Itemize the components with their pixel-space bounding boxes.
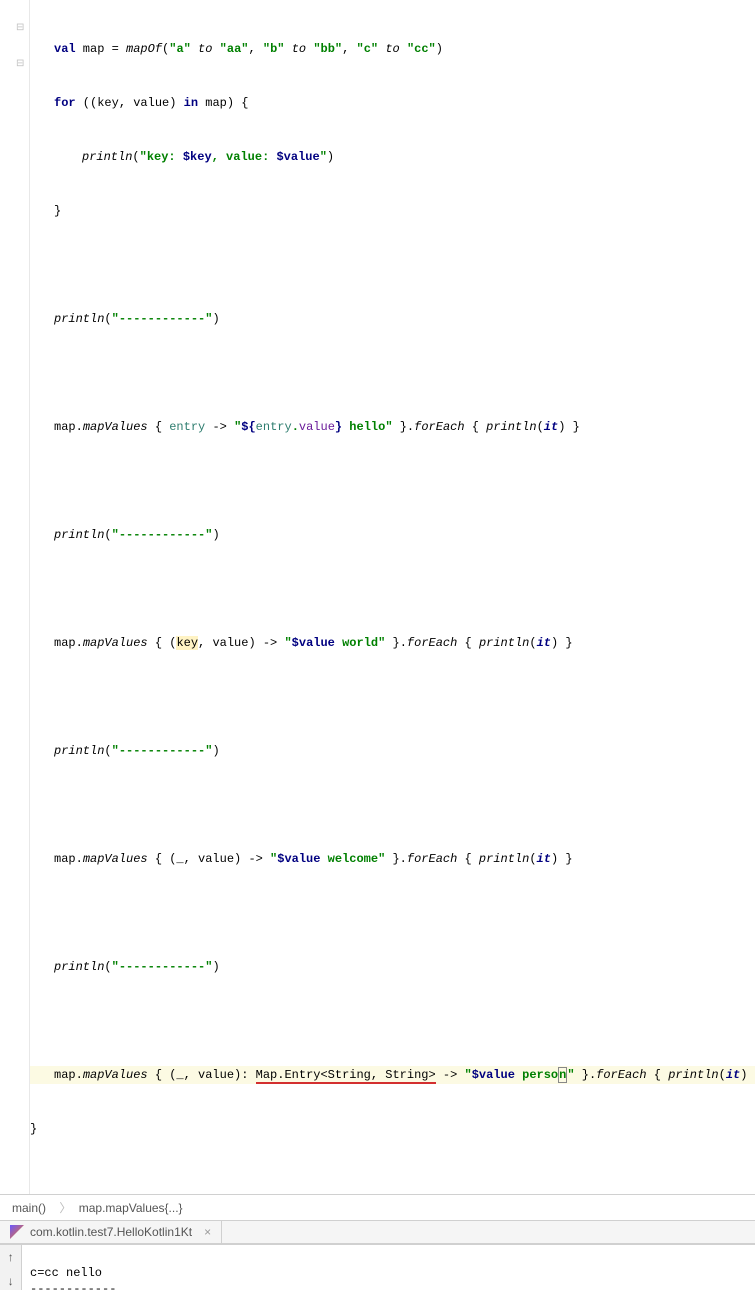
code-line[interactable] (30, 364, 755, 382)
code-line[interactable]: } (30, 1120, 755, 1138)
code-line[interactable] (30, 688, 755, 706)
editor-gutter: ⊟ ⊟ (0, 0, 30, 1194)
code-editor[interactable]: ⊟ ⊟ val map = mapOf("a" to "aa", "b" to … (0, 0, 755, 1194)
code-line[interactable]: println("------------") (30, 742, 755, 760)
code-line[interactable]: println("key: $key, value: $value") (30, 148, 755, 166)
run-panel: ↑ ↓ ⟳ ✎ ⇥ ⎙ 🗑 c=cc nello ------------ a=… (0, 1244, 755, 1290)
run-tab-title: com.kotlin.test7.HelloKotlin1Kt (30, 1225, 192, 1239)
down-icon[interactable]: ↓ (4, 1275, 18, 1289)
code-line[interactable]: map.mapValues { (_, value) -> "$value we… (30, 850, 755, 868)
code-line[interactable]: } (30, 202, 755, 220)
code-line[interactable] (30, 796, 755, 814)
code-line[interactable]: map.mapValues { (key, value) -> "$value … (30, 634, 755, 652)
code-line[interactable]: map.mapValues { (_, value): Map.Entry<St… (30, 1066, 755, 1084)
fold-icon[interactable]: ⊟ (16, 22, 24, 34)
code-body[interactable]: val map = mapOf("a" to "aa", "b" to "bb"… (30, 4, 755, 1174)
chevron-right-icon: 〉 (59, 1201, 71, 1215)
code-line[interactable]: for ((key, value) in map) { (30, 94, 755, 112)
code-line[interactable]: map.mapValues { entry -> "${entry.value}… (30, 418, 755, 436)
code-line[interactable]: println("------------") (30, 526, 755, 544)
breadcrumb-item[interactable]: map.mapValues{...} (79, 1201, 183, 1215)
kotlin-icon (10, 1225, 24, 1239)
code-line[interactable] (30, 904, 755, 922)
code-line[interactable] (30, 472, 755, 490)
up-icon[interactable]: ↑ (4, 1251, 18, 1265)
console-output[interactable]: c=cc nello ------------ a=aa world b=bb … (22, 1245, 755, 1290)
code-line[interactable] (30, 580, 755, 598)
code-line[interactable] (30, 1012, 755, 1030)
breadcrumb-item[interactable]: main() (12, 1201, 46, 1215)
code-line[interactable]: val map = mapOf("a" to "aa", "b" to "bb"… (30, 40, 755, 58)
breadcrumb[interactable]: main() 〉 map.mapValues{...} (0, 1194, 755, 1221)
close-icon[interactable]: × (204, 1225, 211, 1239)
run-config-tab[interactable]: com.kotlin.test7.HelloKotlin1Kt × (0, 1221, 222, 1243)
code-line[interactable] (30, 256, 755, 274)
code-line[interactable]: println("------------") (30, 958, 755, 976)
run-toolbar: ↑ ↓ ⟳ ✎ ⇥ ⎙ 🗑 (0, 1245, 22, 1290)
code-line[interactable]: println("------------") (30, 310, 755, 328)
console-line: ------------ (30, 1282, 116, 1290)
console-line: c=cc nello (30, 1266, 102, 1280)
fold-icon[interactable]: ⊟ (16, 58, 24, 70)
